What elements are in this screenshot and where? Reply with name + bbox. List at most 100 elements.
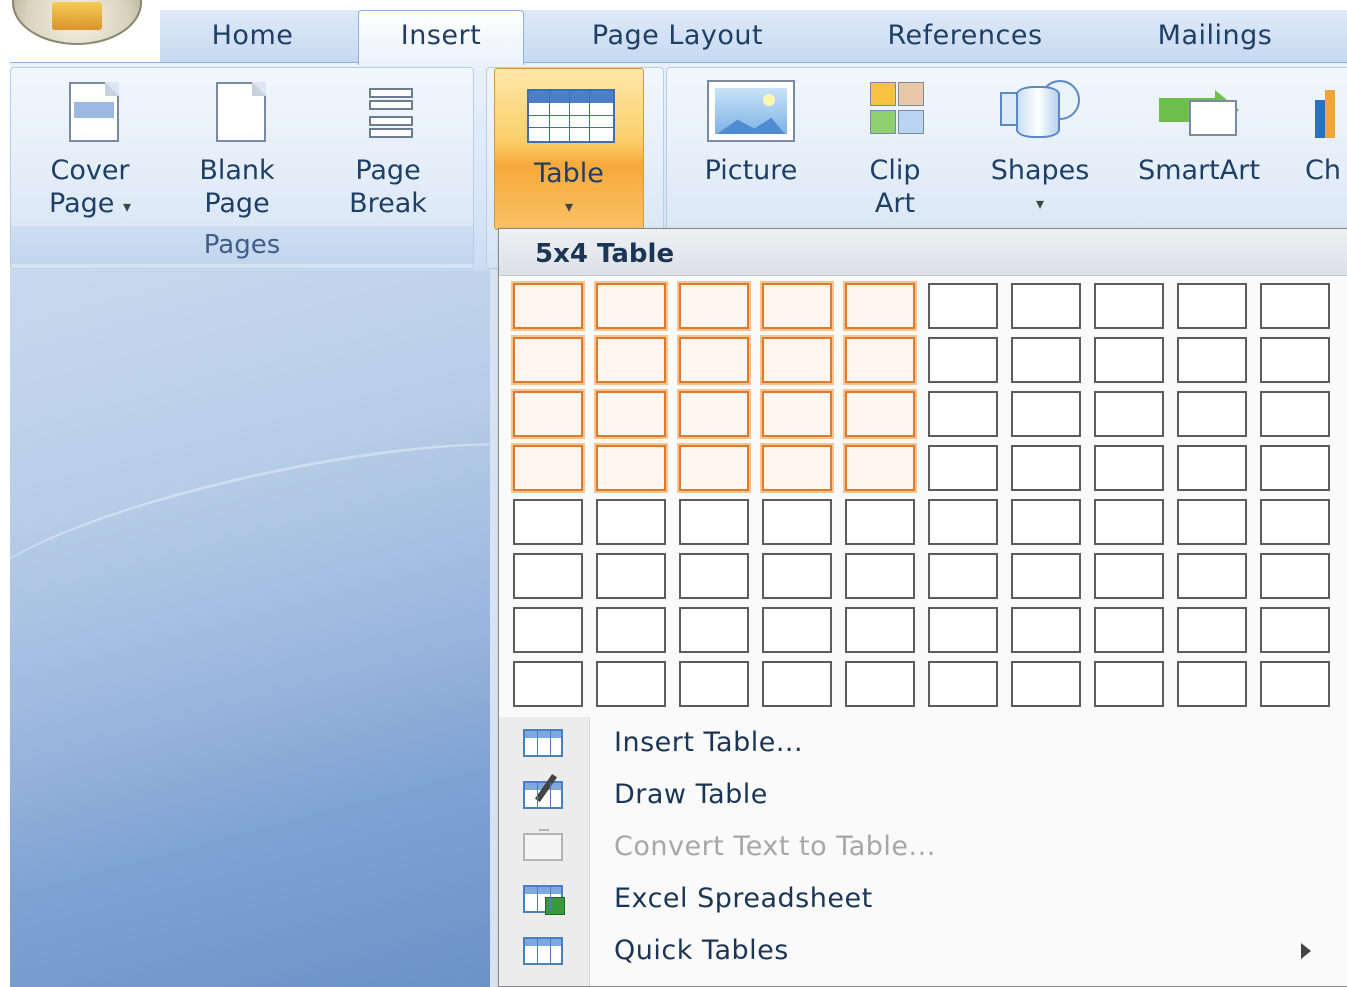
table-grid-cell[interactable] (679, 553, 749, 599)
table-grid-cell[interactable] (1094, 553, 1164, 599)
tab-mailings[interactable]: Mailings (1125, 14, 1305, 62)
table-grid-cell[interactable] (928, 445, 998, 491)
table-grid-cell[interactable] (762, 391, 832, 437)
table-grid-cell[interactable] (1177, 391, 1247, 437)
table-grid-cell[interactable] (762, 337, 832, 383)
table-grid-cell[interactable] (596, 553, 666, 599)
table-grid-cell[interactable] (1260, 607, 1330, 653)
table-grid-cell[interactable] (513, 499, 583, 545)
table-grid-cell[interactable] (845, 391, 915, 437)
table-grid-cell[interactable] (513, 553, 583, 599)
table-grid-cell[interactable] (1177, 337, 1247, 383)
table-grid-cell[interactable] (513, 661, 583, 707)
table-grid-cell[interactable] (596, 499, 666, 545)
table-grid-cell[interactable] (1177, 499, 1247, 545)
table-grid-cell[interactable] (1177, 607, 1247, 653)
table-grid-cell[interactable] (513, 283, 583, 329)
tab-home[interactable]: Home (185, 14, 320, 62)
table-grid-cell[interactable] (762, 607, 832, 653)
table-grid-cell[interactable] (1177, 553, 1247, 599)
picture-button[interactable]: Picture (681, 76, 821, 187)
table-grid-cell[interactable] (679, 607, 749, 653)
table-grid-cell[interactable] (1094, 391, 1164, 437)
table-grid-cell[interactable] (928, 337, 998, 383)
table-grid-cell[interactable] (679, 337, 749, 383)
table-grid-cell[interactable] (845, 283, 915, 329)
table-grid-cell[interactable] (679, 283, 749, 329)
table-grid-cell[interactable] (845, 445, 915, 491)
table-grid-cell[interactable] (928, 391, 998, 437)
table-grid-cell[interactable] (928, 283, 998, 329)
table-grid-cell[interactable] (845, 499, 915, 545)
table-grid-cell[interactable] (928, 499, 998, 545)
table-grid-cell[interactable] (1011, 337, 1081, 383)
menu-item-draw-table[interactable]: Draw Table (499, 769, 1347, 821)
table-button[interactable]: Table ▾ (494, 68, 644, 230)
table-grid-cell[interactable] (1177, 445, 1247, 491)
office-button[interactable] (12, 0, 142, 45)
table-grid-cell[interactable] (762, 445, 832, 491)
table-grid-cell[interactable] (1177, 283, 1247, 329)
table-grid-cell[interactable] (1260, 391, 1330, 437)
table-grid-cell[interactable] (1260, 445, 1330, 491)
clip-art-button[interactable]: Clip Art (837, 76, 953, 220)
table-grid-cell[interactable] (762, 283, 832, 329)
table-grid-cell[interactable] (1260, 661, 1330, 707)
table-grid-cell[interactable] (513, 445, 583, 491)
table-grid-cell[interactable] (1260, 337, 1330, 383)
table-grid-cell[interactable] (928, 661, 998, 707)
table-grid-cell[interactable] (596, 283, 666, 329)
menu-item-quick-tables[interactable]: Quick Tables (499, 925, 1347, 977)
table-grid-cell[interactable] (1011, 391, 1081, 437)
table-grid-cell[interactable] (1094, 337, 1164, 383)
table-grid-cell[interactable] (1011, 607, 1081, 653)
table-grid-cell[interactable] (1011, 499, 1081, 545)
table-grid-cell[interactable] (1094, 283, 1164, 329)
table-grid-cell[interactable] (762, 661, 832, 707)
table-grid-cell[interactable] (679, 445, 749, 491)
menu-item-convert-text-to-table[interactable]: Convert Text to Table... (499, 821, 1347, 873)
table-grid-cell[interactable] (928, 553, 998, 599)
cover-page-button[interactable]: Cover Page ▾ (25, 76, 155, 223)
table-grid-cell[interactable] (845, 553, 915, 599)
table-grid-cell[interactable] (513, 337, 583, 383)
table-grid-cell[interactable] (1094, 607, 1164, 653)
tab-references[interactable]: References (855, 14, 1075, 62)
table-grid-cell[interactable] (1011, 661, 1081, 707)
table-grid-cell[interactable] (845, 337, 915, 383)
table-grid-cell[interactable] (513, 607, 583, 653)
menu-item-insert-table[interactable]: Insert Table... (499, 717, 1347, 769)
blank-page-button[interactable]: Blank Page (177, 76, 297, 220)
table-grid-cell[interactable] (762, 499, 832, 545)
table-grid-cell[interactable] (679, 499, 749, 545)
chart-button[interactable]: Ch (1305, 76, 1347, 187)
table-grid-cell[interactable] (1260, 499, 1330, 545)
table-grid-cell[interactable] (679, 391, 749, 437)
table-grid-cell[interactable] (596, 337, 666, 383)
table-grid-cell[interactable] (1094, 445, 1164, 491)
table-grid-cell[interactable] (596, 445, 666, 491)
table-grid-cell[interactable] (1260, 553, 1330, 599)
table-grid-cell[interactable] (513, 391, 583, 437)
table-grid-cell[interactable] (762, 553, 832, 599)
table-grid-cell[interactable] (1177, 661, 1247, 707)
table-grid-cell[interactable] (1094, 499, 1164, 545)
table-grid-cell[interactable] (1260, 283, 1330, 329)
table-grid-cell[interactable] (679, 661, 749, 707)
table-grid-cell[interactable] (1094, 661, 1164, 707)
menu-item-excel-spreadsheet[interactable]: Excel Spreadsheet (499, 873, 1347, 925)
tab-page-layout[interactable]: Page Layout (555, 14, 800, 62)
page-break-button[interactable]: Page Break (325, 76, 451, 220)
table-grid-cell[interactable] (596, 391, 666, 437)
table-grid-cell[interactable] (928, 607, 998, 653)
table-grid-cell[interactable] (1011, 283, 1081, 329)
table-grid-cell[interactable] (596, 661, 666, 707)
table-grid-cell[interactable] (596, 607, 666, 653)
shapes-button[interactable]: Shapes ▾ (975, 76, 1105, 220)
table-grid-cell[interactable] (845, 607, 915, 653)
table-grid-cell[interactable] (1011, 553, 1081, 599)
table-grid-cell[interactable] (1011, 445, 1081, 491)
smartart-button[interactable]: SmartArt (1119, 76, 1279, 187)
tab-insert[interactable]: Insert (358, 10, 524, 65)
table-grid-cell[interactable] (845, 661, 915, 707)
